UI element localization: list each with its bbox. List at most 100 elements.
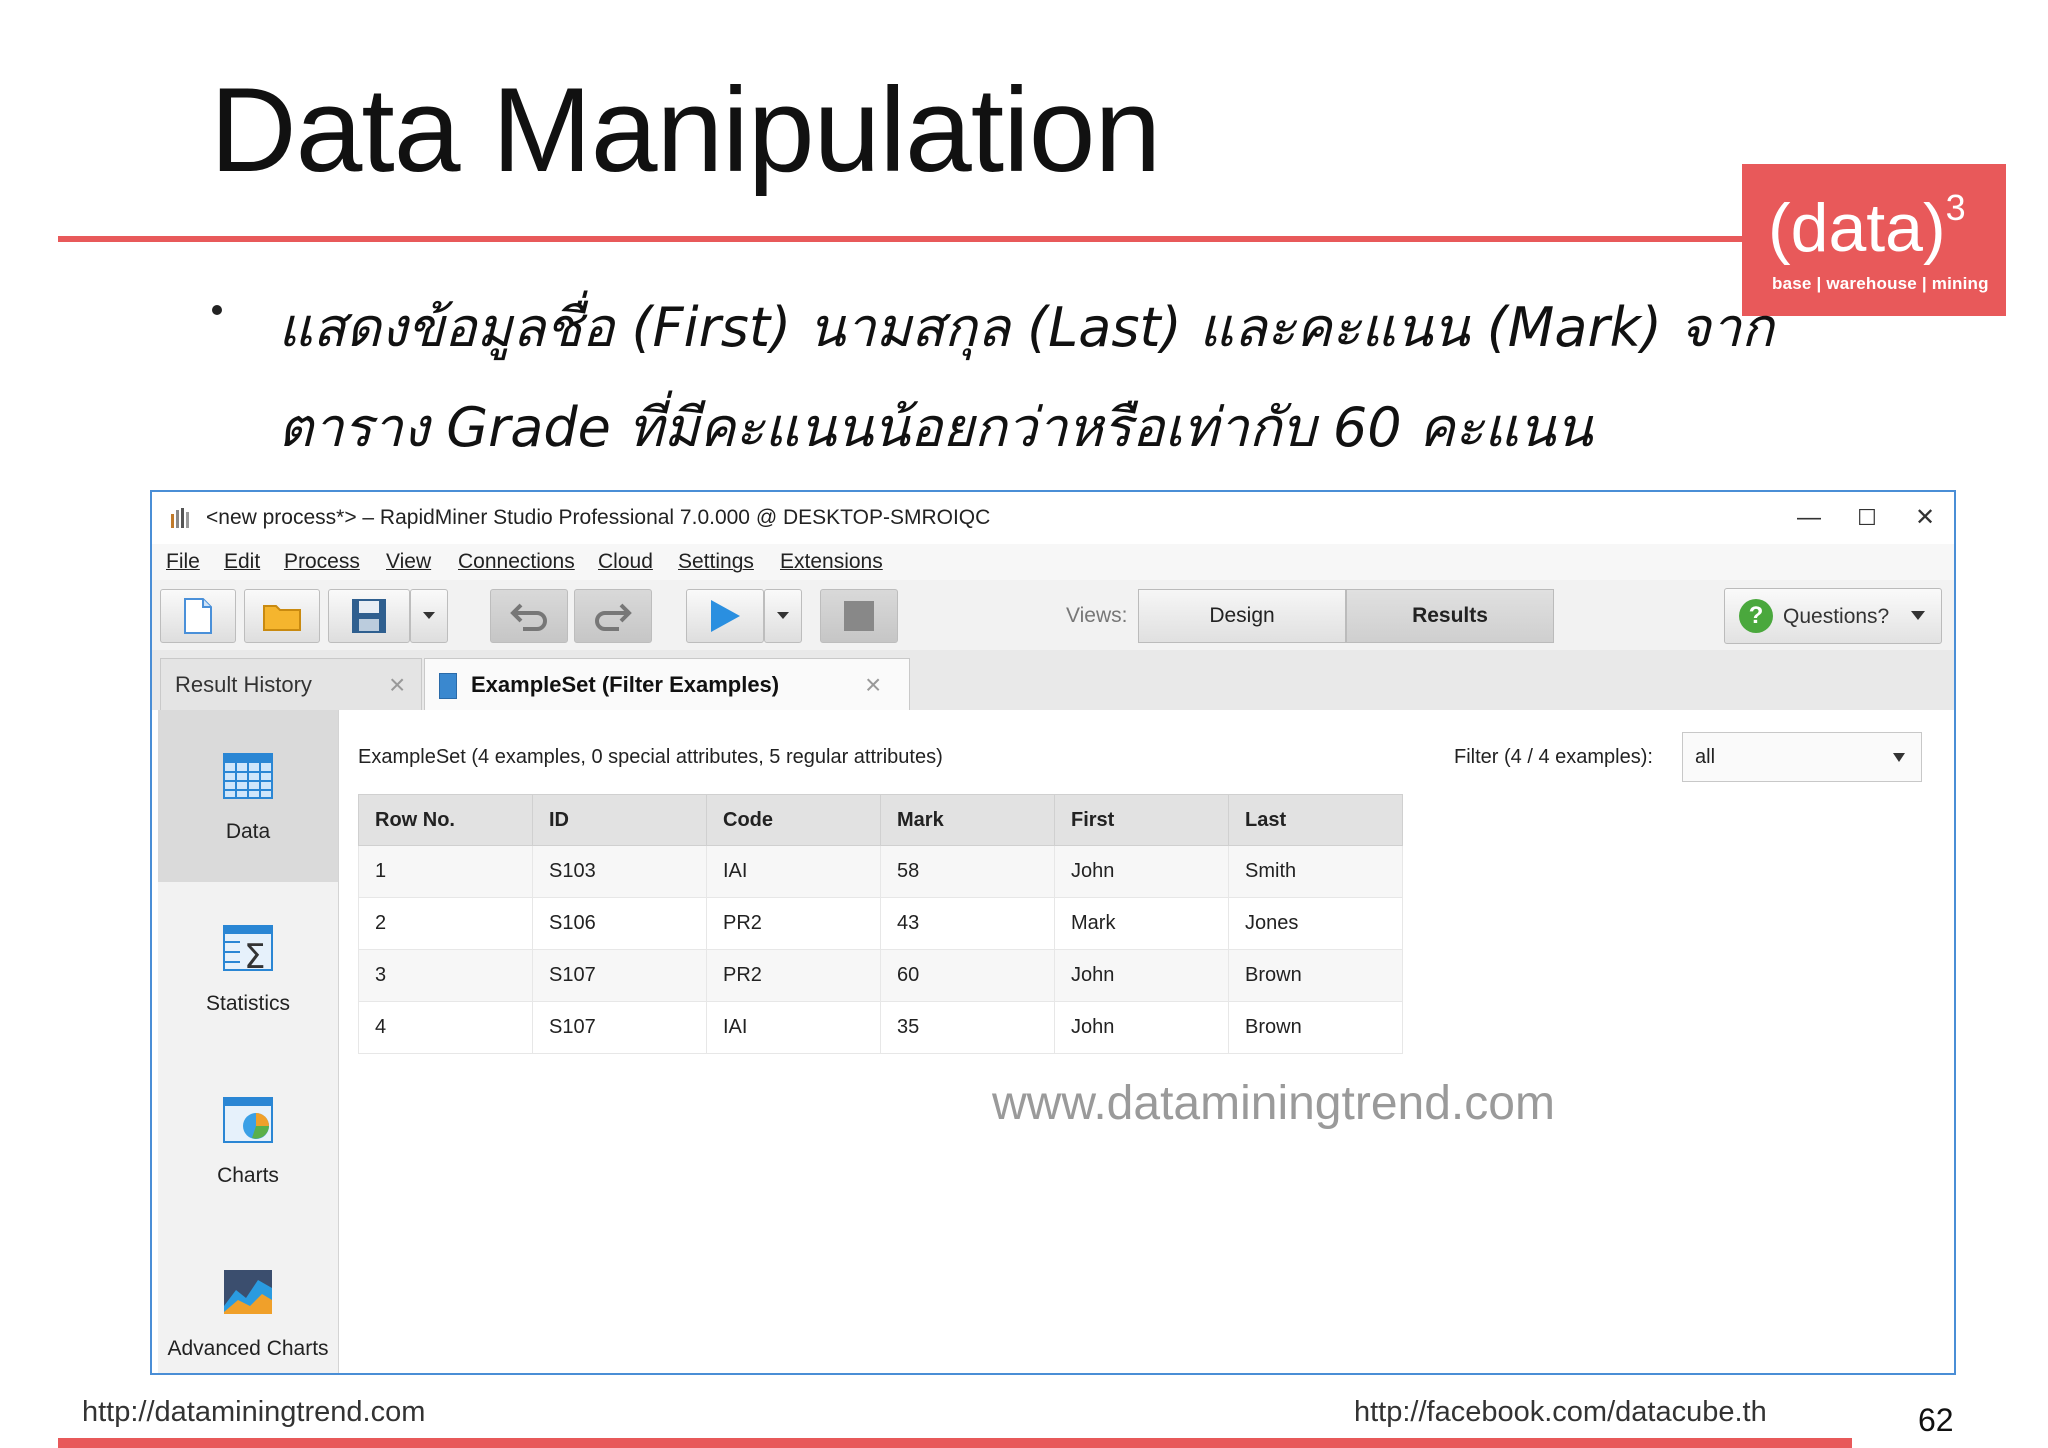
sidebar-item-statistics[interactable]: Σ Statistics (158, 882, 338, 1054)
views-label: Views: (1066, 604, 1128, 627)
stop-process-button[interactable] (820, 589, 898, 643)
cell-last: Brown (1228, 949, 1403, 1002)
table-row[interactable]: 4 S107 IAI 35 John Brown (358, 1001, 1403, 1054)
save-dropdown-button[interactable] (410, 589, 448, 643)
sidebar-label-statistics: Statistics (205, 992, 291, 1015)
charts-pie-icon (223, 1097, 273, 1143)
column-header-last[interactable]: Last (1228, 794, 1403, 846)
save-button[interactable] (328, 589, 410, 643)
cell-code: IAI (706, 845, 881, 898)
stop-icon (844, 601, 874, 631)
page-number: 62 (1918, 1402, 1954, 1438)
cell-mark: 35 (880, 1001, 1055, 1054)
advanced-charts-icon (224, 1270, 272, 1314)
sidebar-item-charts[interactable]: Charts (158, 1054, 338, 1226)
menu-connections[interactable]: Connections (458, 550, 575, 574)
menu-file[interactable]: File (166, 550, 200, 574)
tab-result-history[interactable]: Result History × (160, 658, 422, 710)
column-header-id[interactable]: ID (532, 794, 707, 846)
chevron-down-icon (777, 612, 789, 619)
slide-title: Data Manipulation (210, 63, 1161, 197)
tab-exampleset[interactable]: ExampleSet (Filter Examples) × (424, 658, 910, 710)
design-view-button[interactable]: Design (1138, 589, 1346, 643)
statistics-sigma-icon: Σ (223, 925, 273, 974)
cell-mark: 60 (880, 949, 1055, 1002)
close-tab-icon[interactable]: × (865, 669, 881, 701)
results-view-button[interactable]: Results (1346, 589, 1554, 643)
results-content: Data Σ Statistics Charts Advanced Charts… (152, 710, 1954, 1373)
tab-label: ExampleSet (Filter Examples) (471, 672, 780, 697)
sidebar-item-advanced-charts[interactable]: Advanced Charts (158, 1226, 338, 1373)
redo-icon (595, 603, 632, 631)
cell-code: IAI (706, 1001, 881, 1054)
cell-last: Smith (1228, 845, 1403, 898)
results-tab-bar: Result History × ExampleSet (Filter Exam… (152, 650, 1954, 710)
main-toolbar: Views: Design Results ? Questions? (152, 580, 1954, 651)
filter-selected-value: all (1695, 746, 1716, 768)
bullet-point (212, 305, 222, 315)
filter-dropdown[interactable]: all (1682, 732, 1922, 782)
cell-row-no: 2 (358, 897, 533, 950)
window-titlebar: <new process*> – RapidMiner Studio Profe… (152, 492, 1954, 544)
folder-icon (263, 605, 301, 631)
menu-process[interactable]: Process (284, 550, 360, 574)
column-header-row-no[interactable]: Row No. (358, 794, 533, 846)
column-header-code[interactable]: Code (706, 794, 881, 846)
questions-button[interactable]: ? Questions? (1724, 588, 1942, 644)
watermark-text: www.dataminingtrend.com (992, 1077, 1555, 1130)
cell-code: PR2 (706, 897, 881, 950)
sidebar-item-data[interactable]: Data (158, 710, 338, 882)
minimize-button[interactable]: — (1784, 498, 1834, 538)
redo-button[interactable] (574, 589, 652, 643)
table-row[interactable]: 3 S107 PR2 60 John Brown (358, 949, 1403, 1002)
data-table-icon (223, 753, 273, 799)
bullet-text-line-2: ตาราง Grade ที่มีคะแนนน้อยกว่าหรือเท่ากั… (278, 396, 1593, 459)
close-tab-icon[interactable]: × (389, 669, 405, 701)
cell-id: S107 (532, 949, 707, 1002)
table-icon (439, 673, 457, 699)
new-process-button[interactable] (160, 589, 236, 643)
table-row[interactable]: 1 S103 IAI 58 John Smith (358, 845, 1403, 898)
sidebar-label-advanced-charts: Advanced Charts (167, 1337, 329, 1360)
cell-id: S106 (532, 897, 707, 950)
logo-superscript: 3 (1945, 187, 1966, 228)
play-icon (711, 600, 740, 632)
menu-extensions[interactable]: Extensions (780, 550, 883, 574)
cell-first: John (1054, 1001, 1229, 1054)
bullet-text-line-1: แสดงข้อมูลชื่อ (First) นามสกุล (Last) แล… (278, 296, 1774, 359)
run-dropdown-button[interactable] (764, 589, 802, 643)
help-question-icon: ? (1739, 599, 1773, 633)
column-header-mark[interactable]: Mark (880, 794, 1055, 846)
new-file-icon (184, 598, 212, 634)
footer-website-link[interactable]: http://dataminingtrend.com (82, 1396, 425, 1429)
open-process-button[interactable] (244, 589, 320, 643)
run-process-button[interactable] (686, 589, 764, 643)
svg-text:Σ: Σ (244, 937, 265, 974)
table-header-row: Row No. ID Code Mark First Last (358, 794, 1403, 846)
cell-mark: 43 (880, 897, 1055, 950)
column-header-first[interactable]: First (1054, 794, 1229, 846)
cell-id: S103 (532, 845, 707, 898)
chevron-down-icon (423, 612, 435, 619)
maximize-button[interactable]: ☐ (1842, 498, 1892, 538)
undo-button[interactable] (490, 589, 568, 643)
footer-facebook-link[interactable]: http://facebook.com/datacube.th (1354, 1396, 1767, 1429)
chevron-down-icon (1893, 753, 1905, 762)
menu-settings[interactable]: Settings (678, 550, 754, 574)
save-disk-icon (352, 599, 386, 633)
chevron-down-icon (1911, 611, 1925, 620)
menu-cloud[interactable]: Cloud (598, 550, 653, 574)
cell-code: PR2 (706, 949, 881, 1002)
filter-label: Filter (4 / 4 examples): (1454, 746, 1653, 768)
table-row[interactable]: 2 S106 PR2 43 Mark Jones (358, 897, 1403, 950)
undo-icon (510, 603, 547, 631)
cell-first: John (1054, 949, 1229, 1002)
cell-last: Brown (1228, 1001, 1403, 1054)
menu-view[interactable]: View (386, 550, 431, 574)
tab-label: Result History (175, 672, 312, 697)
rapidminer-window: <new process*> – RapidMiner Studio Profe… (150, 490, 1956, 1375)
close-button[interactable]: ✕ (1900, 498, 1950, 538)
logo-tagline: base | warehouse | mining (1772, 274, 1989, 293)
rapidminer-app-icon (171, 508, 189, 528)
menu-edit[interactable]: Edit (224, 550, 260, 574)
